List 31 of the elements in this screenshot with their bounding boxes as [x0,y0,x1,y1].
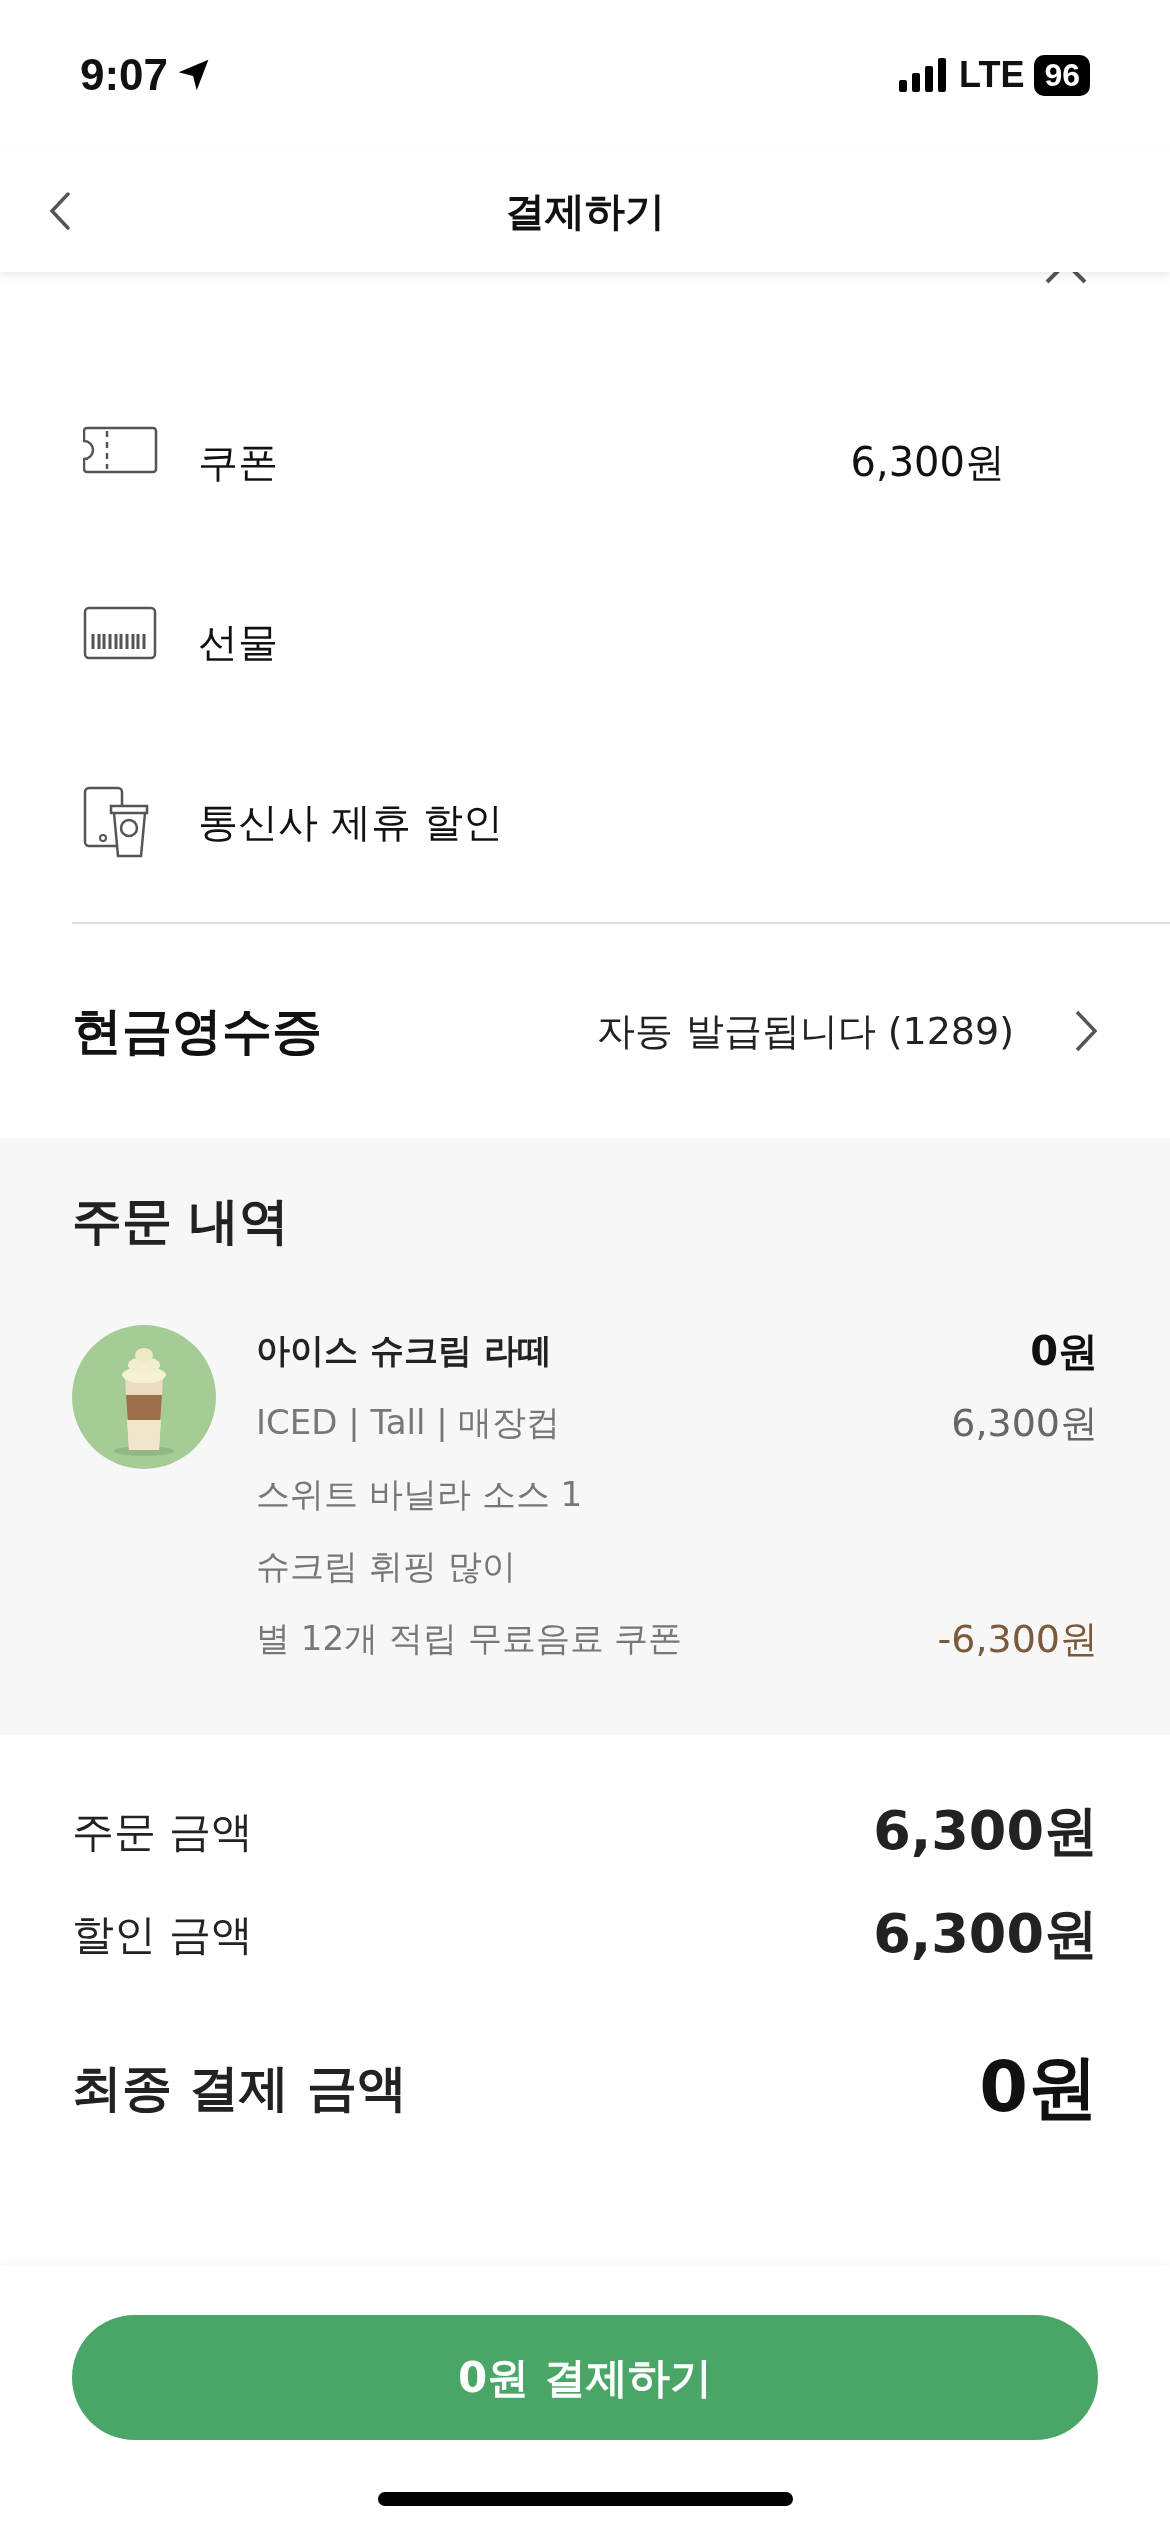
battery-level: 96 [1034,54,1090,96]
option-price: 6,300원 [951,1399,1098,1447]
product-name: 아이스 슈크림 라떼 [256,1329,552,1372]
receipt-label: 현금영수증 [72,1000,323,1062]
section-title: 주문 내역 [72,1191,291,1252]
total-label: 할인 금액 [72,1908,254,1961]
total-label: 최종 결제 금액 [72,2057,407,2119]
status-time: 9:07 [80,50,169,100]
chevron-right-icon [1074,1009,1098,1053]
discount-row[interactable]: 통신사 제휴 할인 [0,732,1170,912]
option-text: 스위트 바닐라 소스 1 [256,1473,583,1516]
row-label: 쿠폰 [198,437,279,487]
receipt-value: 자동 발급됩니다 (1289) [597,1007,1014,1055]
option-text: ICED | Tall | 매장컵 [256,1401,561,1444]
total-label: 주문 금액 [72,1805,254,1858]
option-text: 슈크림 휘핑 많이 [256,1545,516,1588]
total-amount: 6,300원 [873,1901,1098,1967]
total-amount: 0원 [979,2045,1098,2130]
row-value: 6,300원 [850,437,1005,487]
option-price: -6,300원 [937,1615,1098,1663]
total-amount: 6,300원 [873,1798,1098,1864]
row-label: 통신사 제휴 할인 [198,797,505,847]
network-label: LTE [959,54,1025,96]
discount-row[interactable]: 쿠폰 6,300원 [0,372,1170,552]
receipt-row[interactable]: 현금영수증 자동 발급됩니다 (1289) [0,924,1170,1138]
discount-row[interactable]: 선물 [0,552,1170,732]
row-label: 선물 [198,617,279,667]
screen-title: 결제하기 [505,186,665,236]
option-text: 별 12개 적립 무료음료 쿠폰 [256,1617,683,1660]
product-price: 0원 [1030,1326,1098,1376]
back-icon [48,191,72,231]
